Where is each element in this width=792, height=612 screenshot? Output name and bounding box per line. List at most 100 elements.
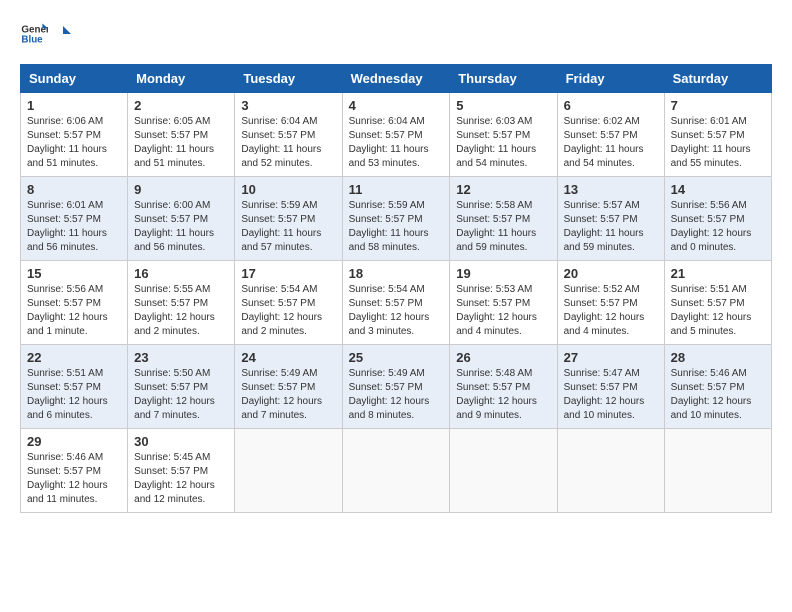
calendar-day-cell: 12 Sunrise: 5:58 AMSunset: 5:57 PMDayligh… <box>450 177 557 261</box>
day-number: 18 <box>349 266 444 281</box>
day-number: 12 <box>456 182 550 197</box>
calendar-week-row: 29Sunrise: 5:46 AMSunset: 5:57 PMDayligh… <box>21 429 772 513</box>
calendar-day-cell: 11 Sunrise: 5:59 AMSunset: 5:57 PMDayligh… <box>342 177 450 261</box>
day-info: Sunrise: 6:01 AMSunset: 5:57 PMDaylight:… <box>27 200 107 253</box>
calendar-day-cell: 24 Sunrise: 5:49 AMSunset: 5:57 PMDayligh… <box>235 345 342 429</box>
day-info: Sunrise: 5:59 AMSunset: 5:57 PMDaylight:… <box>349 200 429 253</box>
calendar-week-row: 8 Sunrise: 6:01 AMSunset: 5:57 PMDaylight… <box>21 177 772 261</box>
day-number: 7 <box>671 98 765 113</box>
day-info: Sunrise: 6:04 AMSunset: 5:57 PMDaylight:… <box>241 116 321 169</box>
day-info: Sunrise: 5:54 AMSunset: 5:57 PMDaylight:… <box>241 284 322 337</box>
day-number: 22 <box>27 350 121 365</box>
calendar-header-row: SundayMondayTuesdayWednesdayThursdayFrid… <box>21 65 772 93</box>
day-info: Sunrise: 5:49 AMSunset: 5:57 PMDaylight:… <box>349 368 430 421</box>
calendar-day-cell: 4Sunrise: 6:04 AMSunset: 5:57 PMDaylight… <box>342 93 450 177</box>
day-info: Sunrise: 5:56 AMSunset: 5:57 PMDaylight:… <box>671 200 752 253</box>
calendar-day-cell: 19 Sunrise: 5:53 AMSunset: 5:57 PMDayligh… <box>450 261 557 345</box>
logo-icon: General Blue <box>20 20 48 48</box>
calendar-day-cell: 14 Sunrise: 5:56 AMSunset: 5:57 PMDayligh… <box>664 177 771 261</box>
day-number: 1 <box>27 98 121 113</box>
day-info: Sunrise: 6:01 AMSunset: 5:57 PMDaylight:… <box>671 116 751 169</box>
day-info: Sunrise: 5:51 AMSunset: 5:57 PMDaylight:… <box>27 368 108 421</box>
day-number: 14 <box>671 182 765 197</box>
calendar-day-cell: 9 Sunrise: 6:00 AMSunset: 5:57 PMDaylight… <box>128 177 235 261</box>
day-number: 16 <box>134 266 228 281</box>
day-number: 3 <box>241 98 335 113</box>
day-info: Sunrise: 5:53 AMSunset: 5:57 PMDaylight:… <box>456 284 537 337</box>
calendar-day-cell: 22 Sunrise: 5:51 AMSunset: 5:57 PMDayligh… <box>21 345 128 429</box>
day-number: 10 <box>241 182 335 197</box>
day-info: Sunrise: 5:57 AMSunset: 5:57 PMDaylight:… <box>564 200 644 253</box>
calendar-day-cell: 18 Sunrise: 5:54 AMSunset: 5:57 PMDayligh… <box>342 261 450 345</box>
day-number: 29 <box>27 434 121 449</box>
logo: General Blue <box>20 20 74 48</box>
day-info: Sunrise: 5:58 AMSunset: 5:57 PMDaylight:… <box>456 200 536 253</box>
calendar-day-cell: 2Sunrise: 6:05 AMSunset: 5:57 PMDaylight… <box>128 93 235 177</box>
weekday-header-friday: Friday <box>557 65 664 93</box>
calendar-day-cell <box>664 429 771 513</box>
day-number: 19 <box>456 266 550 281</box>
day-info: Sunrise: 5:54 AMSunset: 5:57 PMDaylight:… <box>349 284 430 337</box>
day-number: 27 <box>564 350 658 365</box>
day-number: 13 <box>564 182 658 197</box>
day-info: Sunrise: 6:06 AMSunset: 5:57 PMDaylight:… <box>27 116 107 169</box>
day-info: Sunrise: 5:45 AMSunset: 5:57 PMDaylight:… <box>134 452 215 505</box>
page-header: General Blue <box>20 20 772 48</box>
logo-arrow-icon <box>53 24 73 44</box>
day-number: 15 <box>27 266 121 281</box>
calendar-day-cell: 21 Sunrise: 5:51 AMSunset: 5:57 PMDayligh… <box>664 261 771 345</box>
calendar-day-cell <box>557 429 664 513</box>
day-info: Sunrise: 5:48 AMSunset: 5:57 PMDaylight:… <box>456 368 537 421</box>
day-info: Sunrise: 6:03 AMSunset: 5:57 PMDaylight:… <box>456 116 536 169</box>
day-info: Sunrise: 5:55 AMSunset: 5:57 PMDaylight:… <box>134 284 215 337</box>
day-info: Sunrise: 5:59 AMSunset: 5:57 PMDaylight:… <box>241 200 321 253</box>
day-info: Sunrise: 5:56 AMSunset: 5:57 PMDaylight:… <box>27 284 108 337</box>
calendar-day-cell: 15 Sunrise: 5:56 AMSunset: 5:57 PMDayligh… <box>21 261 128 345</box>
calendar-week-row: 22 Sunrise: 5:51 AMSunset: 5:57 PMDayligh… <box>21 345 772 429</box>
day-info: Sunrise: 5:52 AMSunset: 5:57 PMDaylight:… <box>564 284 645 337</box>
day-number: 28 <box>671 350 765 365</box>
weekday-header-thursday: Thursday <box>450 65 557 93</box>
day-number: 9 <box>134 182 228 197</box>
day-number: 21 <box>671 266 765 281</box>
calendar-day-cell: 20 Sunrise: 5:52 AMSunset: 5:57 PMDayligh… <box>557 261 664 345</box>
day-number: 4 <box>349 98 444 113</box>
calendar-day-cell: 27 Sunrise: 5:47 AMSunset: 5:57 PMDayligh… <box>557 345 664 429</box>
calendar-day-cell: 16 Sunrise: 5:55 AMSunset: 5:57 PMDayligh… <box>128 261 235 345</box>
calendar-day-cell: 17Sunrise: 5:54 AMSunset: 5:57 PMDayligh… <box>235 261 342 345</box>
day-number: 8 <box>27 182 121 197</box>
day-info: Sunrise: 5:51 AMSunset: 5:57 PMDaylight:… <box>671 284 752 337</box>
weekday-header-sunday: Sunday <box>21 65 128 93</box>
calendar-day-cell: 6Sunrise: 6:02 AMSunset: 5:57 PMDaylight… <box>557 93 664 177</box>
weekday-header-wednesday: Wednesday <box>342 65 450 93</box>
calendar-day-cell <box>450 429 557 513</box>
day-info: Sunrise: 5:47 AMSunset: 5:57 PMDaylight:… <box>564 368 645 421</box>
weekday-header-saturday: Saturday <box>664 65 771 93</box>
calendar-day-cell: 23Sunrise: 5:50 AMSunset: 5:57 PMDayligh… <box>128 345 235 429</box>
day-info: Sunrise: 6:02 AMSunset: 5:57 PMDaylight:… <box>564 116 644 169</box>
day-number: 25 <box>349 350 444 365</box>
calendar-day-cell: 25 Sunrise: 5:49 AMSunset: 5:57 PMDayligh… <box>342 345 450 429</box>
calendar-week-row: 1 Sunrise: 6:06 AMSunset: 5:57 PMDaylight… <box>21 93 772 177</box>
day-info: Sunrise: 5:49 AMSunset: 5:57 PMDaylight:… <box>241 368 322 421</box>
calendar-day-cell: 8 Sunrise: 6:01 AMSunset: 5:57 PMDaylight… <box>21 177 128 261</box>
day-number: 11 <box>349 182 444 197</box>
calendar-day-cell <box>342 429 450 513</box>
day-number: 2 <box>134 98 228 113</box>
weekday-header-tuesday: Tuesday <box>235 65 342 93</box>
day-number: 20 <box>564 266 658 281</box>
weekday-header-monday: Monday <box>128 65 235 93</box>
calendar-day-cell: 13 Sunrise: 5:57 AMSunset: 5:57 PMDayligh… <box>557 177 664 261</box>
calendar-day-cell: 28 Sunrise: 5:46 AMSunset: 5:57 PMDayligh… <box>664 345 771 429</box>
day-info: Sunrise: 5:46 AMSunset: 5:57 PMDaylight:… <box>671 368 752 421</box>
calendar-day-cell <box>235 429 342 513</box>
calendar-day-cell: 5Sunrise: 6:03 AMSunset: 5:57 PMDaylight… <box>450 93 557 177</box>
calendar-table: SundayMondayTuesdayWednesdayThursdayFrid… <box>20 64 772 513</box>
calendar-day-cell: 10 Sunrise: 5:59 AMSunset: 5:57 PMDayligh… <box>235 177 342 261</box>
day-info: Sunrise: 6:00 AMSunset: 5:57 PMDaylight:… <box>134 200 214 253</box>
day-info: Sunrise: 5:50 AMSunset: 5:57 PMDaylight:… <box>134 368 215 421</box>
calendar-day-cell: 26 Sunrise: 5:48 AMSunset: 5:57 PMDayligh… <box>450 345 557 429</box>
day-number: 26 <box>456 350 550 365</box>
svg-text:Blue: Blue <box>21 34 43 45</box>
day-number: 24 <box>241 350 335 365</box>
